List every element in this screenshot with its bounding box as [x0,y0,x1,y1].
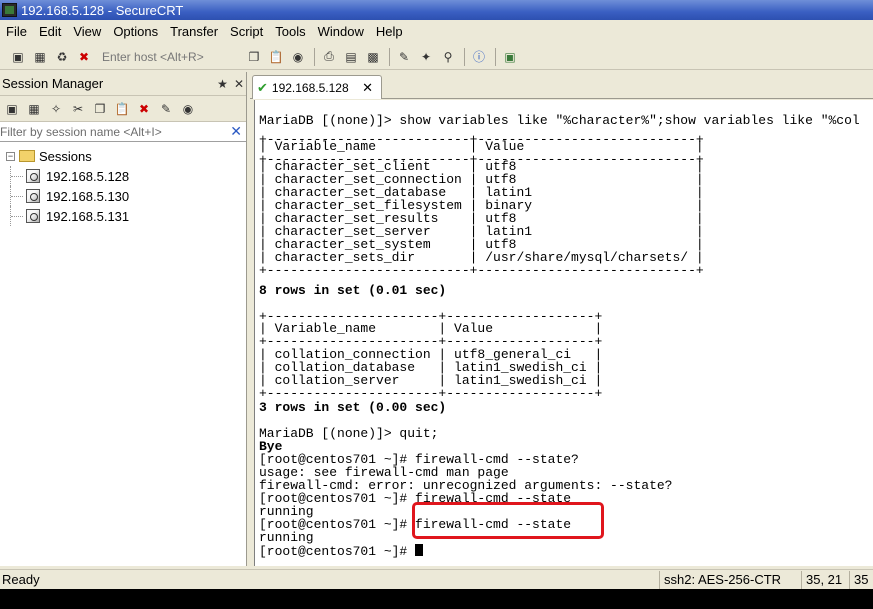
toolbar-separator [495,47,496,66]
terminal-line: +--------------------------+------------… [259,263,704,278]
find-icon[interactable]: ◉ [288,47,308,67]
session-options-icon[interactable]: ✎ [394,47,414,67]
menu-tools[interactable]: Tools [269,20,311,44]
menu-transfer[interactable]: Transfer [164,20,224,44]
tab-label: 192.168.5.128 [271,80,349,95]
cut-icon[interactable]: ✂ [68,99,88,119]
connect-icon[interactable]: ▣ [8,47,28,67]
session-icon [26,189,40,203]
quick-connect-icon[interactable]: ▦ [30,47,50,67]
reconnect-icon[interactable]: ♻ [52,47,72,67]
toolbar-separator [314,47,315,66]
collapse-icon[interactable]: − [6,151,15,161]
terminal-line: running [259,530,314,545]
menu-help[interactable]: Help [370,20,409,44]
tab-session[interactable]: ✔ 192.168.5.128 ✕ [252,75,382,99]
menu-window[interactable]: Window [312,20,370,44]
session-manager-title: Session Manager [2,76,104,91]
menu-file[interactable]: File [0,20,33,44]
properties-icon[interactable]: ✎ [156,99,176,119]
session-manager-panel: Session Manager ★ ✕ ▣ ▦ ✧ ✂ ❐ 📋 ✖ ✎ ◉ Fi… [0,72,247,566]
session-tree: − Sessions 192.168.5.128 192.168.5.130 1… [0,142,246,226]
menu-bar: File Edit View Options Transfer Script T… [0,20,873,44]
status-bar: Ready ssh2: AES-256-CTR 35, 21 35 [0,569,873,589]
terminal-line: [root@centos701 ~]# [259,544,424,558]
tab-close-icon[interactable]: ✕ [362,80,373,96]
securecrt-app-icon [2,3,17,17]
delete-icon[interactable]: ✖ [134,99,154,119]
session-icon [26,209,40,223]
tree-folder-label: Sessions [39,148,92,164]
tree-connector [10,206,26,226]
paste-session-icon[interactable]: 📋 [112,99,132,119]
session-manager-header: Session Manager ★ ✕ [0,72,246,96]
clear-filter-icon[interactable]: ✕ [230,123,242,140]
terminal-line: +----------------------+----------------… [259,386,603,401]
status-connection: ssh2: AES-256-CTR [659,570,801,589]
close-icon[interactable]: ✕ [234,77,244,91]
tree-session-label: 192.168.5.128 [46,168,130,184]
help-icon[interactable]: ⓘ [469,47,489,67]
main-toolbar: ▣ ▦ ♻ ✖ Enter host <Alt+R> ❐ 📋 ◉ ⎙ ▤ ▩ ✎… [0,44,873,70]
menu-view[interactable]: View [67,20,107,44]
copy-icon[interactable]: ❐ [244,47,264,67]
toolbar-separator [464,47,465,66]
status-cursor-position: 35, 21 [801,570,849,589]
terminal-line: 3 rows in set (0.00 sec) [259,400,447,415]
status-rows: 35 [849,570,873,589]
session-manager-toolbar: ▣ ▦ ✧ ✂ ❐ 📋 ✖ ✎ ◉ [0,96,246,122]
tree-session-item[interactable]: 192.168.5.130 [0,186,246,206]
tree-session-item[interactable]: 192.168.5.131 [0,206,246,226]
print-preview-icon[interactable]: ▩ [363,47,383,67]
tree-folder-sessions[interactable]: − Sessions [0,146,246,166]
disconnect-icon[interactable]: ✖ [74,47,94,67]
keymap-icon[interactable]: ⚲ [438,47,458,67]
toolbar-separator [389,47,390,66]
status-ready: Ready [2,572,40,587]
pin-icon[interactable]: ★ [217,77,228,91]
tree-connector [10,166,26,186]
connect-session-icon[interactable]: ▣ [2,99,22,119]
new-session-icon[interactable]: ✧ [46,99,66,119]
enter-host-input[interactable]: Enter host <Alt+R> [96,46,244,67]
tree-session-label: 192.168.5.131 [46,208,130,224]
tree-connector [10,186,26,206]
sftp-icon[interactable]: ▣ [500,47,520,67]
window-title: 192.168.5.128 - SecureCRT [21,2,184,18]
menu-script[interactable]: Script [224,20,269,44]
global-options-icon[interactable]: ✦ [416,47,436,67]
copy-session-icon[interactable]: ❐ [90,99,110,119]
print-icon[interactable]: ⎙ [319,47,339,67]
connect-tab-icon[interactable]: ▦ [24,99,44,119]
terminal-line: MariaDB [(none)]> quit; [259,426,439,441]
tree-session-item[interactable]: 192.168.5.128 [0,166,246,186]
session-icon [26,169,40,183]
paste-icon[interactable]: 📋 [266,47,286,67]
find-session-icon[interactable]: ◉ [178,99,198,119]
folder-icon [19,150,35,162]
menu-edit[interactable]: Edit [33,20,67,44]
session-tab-bar: ✔ 192.168.5.128 ✕ [250,72,873,99]
title-bar: 192.168.5.128 - SecureCRT [0,0,873,20]
menu-options[interactable]: Options [107,20,164,44]
session-filter-input[interactable]: Filter by session name <Alt+I> [0,125,162,139]
terminal-line: MariaDB [(none)]> show variables like "%… [259,113,860,128]
connected-check-icon: ✔ [257,79,268,95]
session-filter[interactable]: Filter by session name <Alt+I> ✕ [0,122,246,142]
terminal-cursor [415,544,424,556]
tree-session-label: 192.168.5.130 [46,188,130,204]
print-setup-icon[interactable]: ▤ [341,47,361,67]
taskbar-strip [0,589,873,609]
terminal-area[interactable]: MariaDB [(none)]> show variables like "%… [254,100,873,566]
terminal-line: 8 rows in set (0.01 sec) [259,283,447,298]
